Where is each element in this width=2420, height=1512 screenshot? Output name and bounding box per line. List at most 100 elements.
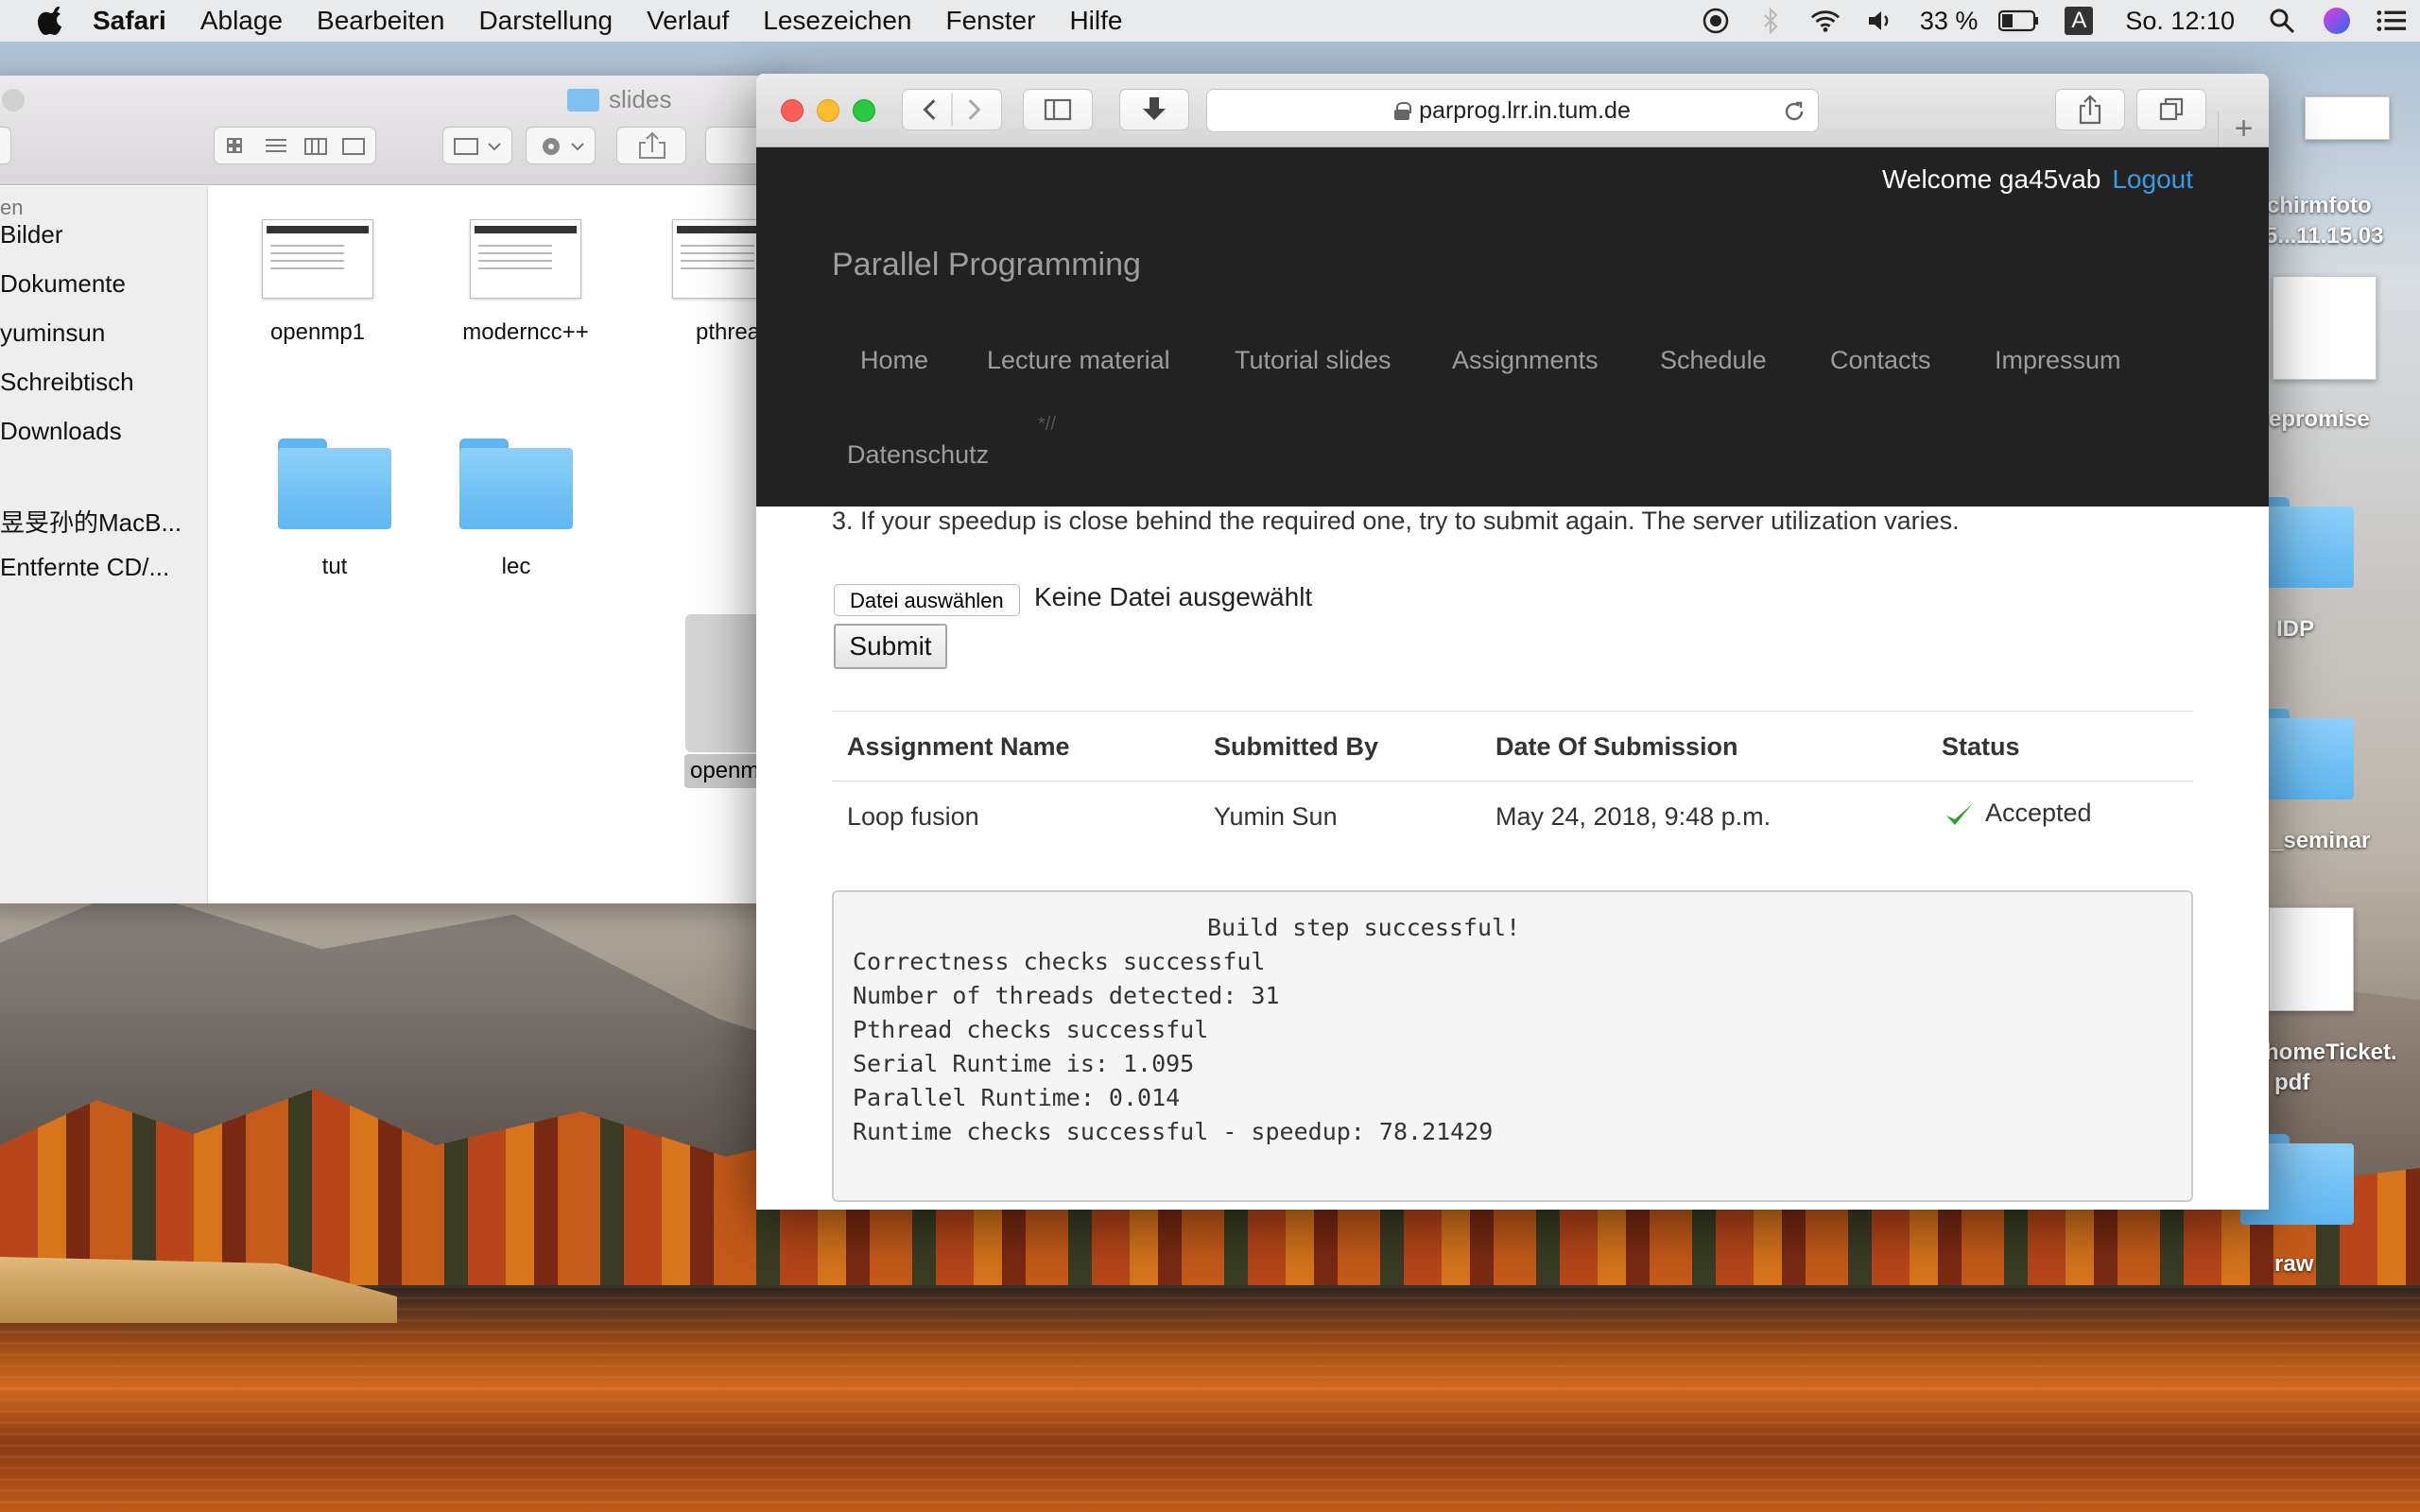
bluetooth-icon[interactable]	[1755, 6, 1786, 36]
desktop-icon-label[interactable]: homeTicket.	[2265, 1040, 2397, 1066]
site-brand[interactable]: Parallel Programming	[832, 247, 1141, 284]
menu-hilfe[interactable]: Hilfe	[1069, 6, 1122, 36]
nav-tutorial-slides[interactable]: Tutorial slides	[1235, 346, 1392, 375]
nav-schedule[interactable]: Schedule	[1660, 346, 1767, 375]
window-close-button[interactable]	[2, 89, 25, 112]
document-thumbnail-icon	[470, 219, 581, 299]
build-log: Build step successful! Correctness check…	[832, 890, 2193, 1202]
action-button[interactable]	[526, 127, 596, 164]
menu-ablage[interactable]: Ablage	[200, 6, 283, 36]
folder-tut[interactable]: tut	[250, 438, 420, 580]
nav-home[interactable]: Home	[860, 346, 928, 375]
back-chevron-icon	[923, 99, 936, 120]
arrange-button[interactable]	[442, 127, 512, 164]
desktop-icon-label[interactable]: _seminar	[2271, 828, 2370, 854]
finder-title: slides	[567, 85, 671, 114]
desktop-icon-label[interactable]: raw	[2274, 1251, 2313, 1278]
view-switcher[interactable]	[214, 127, 376, 164]
document-thumbnail-icon	[262, 219, 373, 299]
window-zoom-button[interactable]	[853, 99, 875, 122]
table-row[interactable]: Loop fusion Yumin Sun May 24, 2018, 9:48…	[832, 782, 2193, 851]
address-bar[interactable]: parprog.lrr.in.tum.de	[1206, 89, 1819, 132]
tab-overview-button[interactable]	[2136, 89, 2206, 130]
screen-recording-icon[interactable]	[1701, 6, 1731, 36]
sidebar-item-dokumente[interactable]: Dokumente	[0, 269, 126, 299]
nav-datenschutz[interactable]: Datenschutz	[847, 440, 989, 470]
folder-icon	[278, 438, 391, 529]
reload-icon[interactable]	[1782, 99, 1806, 124]
checkmark-icon	[1946, 802, 1973, 825]
window-close-button[interactable]	[781, 99, 804, 122]
choose-file-button[interactable]: Datei auswählen	[834, 584, 1020, 616]
sidebar-toggle-button[interactable]	[1023, 89, 1093, 130]
spotlight-search-icon[interactable]	[2267, 6, 2297, 36]
back-forward-buttons[interactable]	[902, 89, 1002, 130]
menu-darstellung[interactable]: Darstellung	[478, 6, 613, 36]
screenshot-file-icon[interactable]	[2305, 96, 2390, 140]
log-line: Correctness checks successful	[853, 948, 1266, 975]
cell-submitted-by: Yumin Sun	[1214, 802, 1338, 831]
column-header-status: Status	[1942, 732, 2020, 761]
siri-icon[interactable]	[2322, 6, 2352, 36]
desktop-icon-label[interactable]: pdf	[2274, 1070, 2309, 1096]
pdf-document-icon[interactable]	[2269, 907, 2354, 1011]
share-button[interactable]	[616, 127, 686, 164]
notification-center-icon[interactable]	[2377, 6, 2407, 36]
log-line: Serial Runtime is: 1.095	[853, 1050, 1195, 1077]
menubar-clock[interactable]: So. 12:10	[2125, 7, 2235, 36]
desktop-icon-label[interactable]: epromise	[2269, 406, 2370, 433]
folder-icon	[459, 438, 573, 529]
logout-link[interactable]: Logout	[2112, 164, 2193, 194]
file-status-text: Keine Datei ausgewählt	[1034, 582, 1313, 611]
window-minimize-button[interactable]	[817, 99, 839, 122]
folder-lec[interactable]: lec	[431, 438, 601, 580]
menu-app-safari[interactable]: Safari	[93, 6, 166, 36]
sidebar-item-remote-disc[interactable]: Entfernte CD/...	[0, 553, 169, 582]
sidebar-item-home[interactable]: yuminsun	[0, 318, 105, 348]
forward-chevron-icon	[968, 99, 981, 120]
share-button[interactable]	[2055, 89, 2125, 130]
battery-icon[interactable]	[1998, 6, 2040, 36]
wifi-icon[interactable]	[1810, 6, 1841, 36]
sidebar-item-schreibtisch[interactable]: Schreibtisch	[0, 368, 134, 397]
welcome-text: Welcome ga45vab Logout	[1882, 164, 2193, 195]
table-header-row: Assignment Name Submitted By Date Of Sub…	[832, 712, 2193, 782]
gear-icon	[543, 138, 584, 155]
submit-button[interactable]: Submit	[834, 624, 947, 669]
url-text: parprog.lrr.in.tum.de	[1419, 96, 1631, 124]
menu-lesezeichen[interactable]: Lesezeichen	[763, 6, 911, 36]
share-icon	[2079, 94, 2101, 125]
desktop-icon-label[interactable]: 5...11.15.03	[2265, 223, 2383, 249]
log-line: Parallel Runtime: 0.014	[853, 1084, 1181, 1111]
sidebar-item-macbook[interactable]: 昱旻孙的MacB...	[0, 504, 182, 539]
nav-contacts[interactable]: Contacts	[1830, 346, 1931, 375]
desktop-icon-label[interactable]: IDP	[2276, 616, 2314, 643]
arrange-icon	[454, 138, 501, 155]
cell-status: Accepted	[1944, 799, 2092, 829]
back-button[interactable]	[0, 127, 11, 164]
new-tab-button[interactable]: +	[2218, 112, 2269, 147]
downloads-button[interactable]	[1119, 89, 1189, 130]
safari-window: parprog.lrr.in.tum.de + Parallel Program…	[756, 74, 2269, 1210]
share-icon	[639, 131, 666, 159]
nav-lecture-material[interactable]: Lecture material	[987, 346, 1170, 375]
sidebar-item-downloads[interactable]: Downloads	[0, 417, 122, 446]
log-line: Number of threads detected: 31	[853, 982, 1280, 1009]
lock-icon	[1394, 102, 1412, 120]
desktop-icon-label[interactable]: chirmfoto	[2267, 193, 2372, 219]
nav-impressum[interactable]: Impressum	[1995, 346, 2121, 375]
file-openmp1[interactable]: openmp1	[233, 219, 403, 346]
document-icon[interactable]	[2273, 276, 2377, 380]
sidebar-item-bilder[interactable]: Bilder	[0, 220, 62, 249]
folder-icon	[567, 88, 599, 112]
menu-fenster[interactable]: Fenster	[946, 6, 1036, 36]
input-source-icon[interactable]: A	[2065, 7, 2094, 35]
volume-icon[interactable]	[1865, 6, 1895, 36]
file-moderncc[interactable]: moderncc++	[441, 219, 611, 346]
finder-title-text: slides	[609, 85, 672, 113]
menu-verlauf[interactable]: Verlauf	[647, 6, 729, 36]
finder-toolbar: slides	[0, 76, 794, 185]
menu-bearbeiten[interactable]: Bearbeiten	[317, 6, 444, 36]
apple-icon[interactable]	[36, 4, 68, 38]
nav-assignments[interactable]: Assignments	[1452, 346, 1599, 375]
